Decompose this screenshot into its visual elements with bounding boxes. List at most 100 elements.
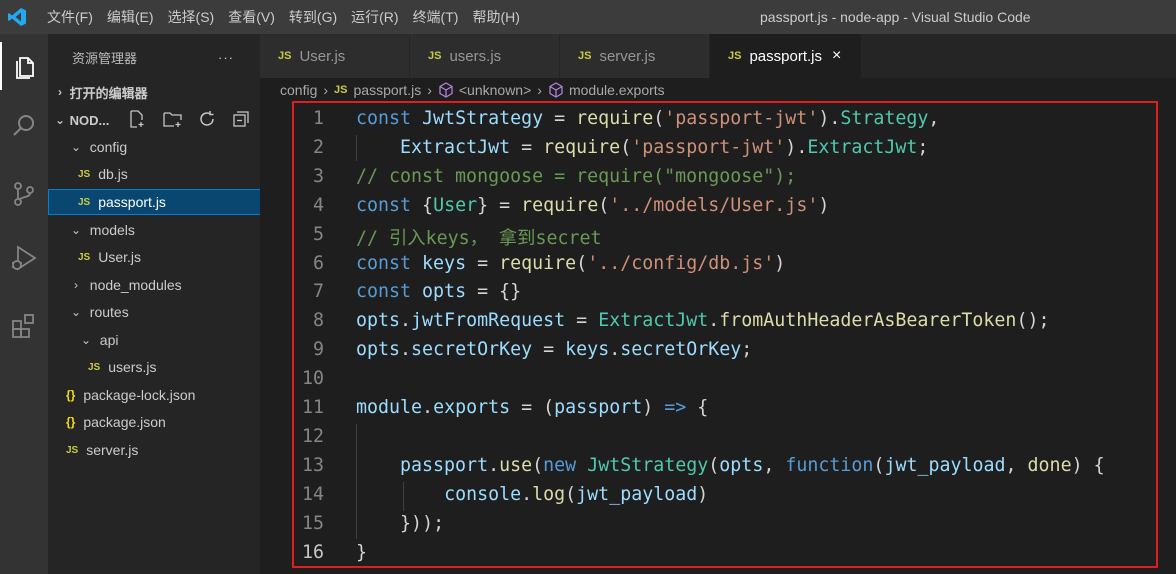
search-button[interactable] (0, 102, 48, 150)
breadcrumb-symbol-unknown[interactable]: <unknown> (459, 82, 531, 98)
line-number: 3 (312, 165, 324, 187)
line-number: 7 (312, 281, 324, 303)
code-line[interactable]: opts.jwtFromRequest = ExtractJwt.fromAut… (356, 310, 1049, 331)
tree-folder-config[interactable]: ⌄ config (48, 134, 282, 160)
tree-item-label: db.js (98, 166, 128, 182)
close-icon[interactable]: × (832, 47, 841, 65)
tree-item-label: api (99, 332, 119, 348)
tree-folder-models[interactable]: ⌄ models (48, 217, 282, 243)
line-number: 11 (301, 397, 324, 418)
code-line[interactable]: const JwtStrategy = require('passport-jw… (356, 108, 939, 129)
open-editors-label: 打开的编辑器 (69, 85, 148, 101)
tab-label: users.js (449, 47, 502, 65)
json-file-icon: {} (66, 388, 76, 402)
tree-item-label: node_modules (89, 277, 182, 293)
menu-bar: 文件(F) 编辑(E) 选择(S) 查看(V) 转到(G) 运行(R) 终端(T… (40, 0, 527, 34)
js-file-icon: JS (78, 251, 91, 263)
menu-edit[interactable]: 编辑(E) (100, 0, 161, 34)
explorer-button[interactable] (0, 42, 48, 90)
tree-file-server-js[interactable]: JS server.js (48, 437, 278, 463)
run-debug-button[interactable] (0, 234, 48, 282)
tree-folder-routes[interactable]: ⌄ routes (48, 299, 282, 325)
tree-file-package-json[interactable]: {} package.json (48, 409, 278, 435)
code-line[interactable]: const opts = {} (356, 281, 521, 302)
menu-selection[interactable]: 选择(S) (161, 0, 222, 34)
code-line[interactable]: const {User} = require('../models/User.j… (356, 195, 829, 216)
line-number: 8 (312, 310, 324, 332)
chevron-down-icon: ⌄ (54, 113, 66, 127)
code-editor[interactable]: 1 const JwtStrategy = require('passport-j… (260, 102, 1176, 574)
tree-file-db-js[interactable]: JS db.js (48, 161, 290, 187)
tree-item-label: users.js (108, 359, 157, 375)
tree-file-user-js[interactable]: JS User.js (48, 244, 290, 270)
code-line[interactable]: // 引入keys， 拿到secret (356, 224, 602, 250)
line-number: 9 (312, 339, 324, 361)
refresh-icon[interactable] (198, 110, 216, 131)
project-section[interactable]: ⌄ NOD... (48, 107, 266, 133)
breadcrumb-file[interactable]: passport.js (354, 82, 422, 98)
tab-passport-js[interactable]: JS passport.js × (710, 34, 862, 78)
menu-terminal[interactable]: 终端(T) (406, 0, 466, 34)
menu-go[interactable]: 转到(G) (282, 0, 344, 34)
tab-user-js[interactable]: JS User.js (260, 34, 410, 78)
explorer-sidebar: 资源管理器 ··· › 打开的编辑器 ⌄ NOD... ⌄ config JS … (48, 34, 290, 574)
line-number: 6 (312, 252, 324, 274)
collapse-all-icon[interactable] (232, 110, 250, 131)
tree-folder-node-modules[interactable]: › node_modules (48, 272, 282, 298)
menu-run[interactable]: 运行(R) (344, 0, 405, 34)
more-actions-button[interactable]: ··· (218, 50, 234, 65)
line-number: 10 (301, 368, 324, 390)
breadcrumb-symbol-module-exports[interactable]: module.exports (569, 82, 665, 98)
chevron-right-icon: › (537, 82, 542, 98)
tree-item-label: passport.js (98, 194, 166, 210)
menu-file[interactable]: 文件(F) (40, 0, 100, 34)
code-line[interactable]: const keys = require('../config/db.js') (356, 253, 785, 274)
code-line[interactable]: } (356, 542, 367, 563)
tree-item-label: User.js (98, 249, 142, 265)
symbol-icon (548, 82, 564, 98)
code-line[interactable]: })); (356, 513, 444, 534)
run-debug-icon (12, 245, 37, 271)
window-title: passport.js - node-app - Visual Studio C… (760, 9, 1031, 25)
breadcrumb-folder[interactable]: config (280, 82, 317, 98)
code-line[interactable]: ExtractJwt = require('passport-jwt').Ext… (356, 137, 928, 158)
line-number: 5 (312, 223, 324, 245)
source-control-button[interactable] (0, 170, 48, 218)
new-folder-icon[interactable] (163, 110, 183, 131)
breadcrumb: config › JS passport.js › <unknown> › mo… (260, 78, 1176, 102)
code-line[interactable]: passport.use(new JwtStrategy(opts, funct… (356, 455, 1105, 476)
code-line[interactable]: module.exports = (passport) => { (356, 397, 708, 418)
tree-file-passport-js[interactable]: JS passport.js (48, 189, 290, 215)
project-name: NOD... (69, 112, 110, 128)
tree-item-label: package.json (83, 414, 166, 430)
chevron-down-icon: ⌄ (70, 305, 82, 319)
line-number: 13 (301, 454, 324, 476)
js-file-icon: JS (728, 50, 742, 62)
js-file-icon: JS (428, 50, 442, 62)
chevron-right-icon: › (74, 278, 78, 292)
editor-tabs: JS User.js JS users.js JS server.js JS p… (260, 34, 1176, 78)
extensions-button[interactable] (0, 302, 48, 350)
open-editors-section[interactable]: › 打开的编辑器 (48, 79, 266, 105)
chevron-down-icon: ⌄ (70, 223, 82, 237)
code-line[interactable]: // const mongoose = require("mongoose"); (356, 166, 796, 187)
new-file-icon[interactable] (128, 110, 146, 131)
tree-file-package-lock-json[interactable]: {} package-lock.json (48, 382, 278, 408)
tab-label: User.js (299, 47, 346, 65)
line-number: 16 (301, 541, 324, 563)
tab-server-js[interactable]: JS server.js (560, 34, 710, 78)
line-number: 1 (312, 108, 324, 129)
chevron-down-icon: ⌄ (70, 140, 82, 154)
tab-users-js[interactable]: JS users.js (410, 34, 560, 78)
code-line[interactable]: opts.secretOrKey = keys.secretOrKey; (356, 339, 752, 360)
chevron-right-icon: › (323, 82, 329, 98)
explorer-header: 资源管理器 ··· (48, 44, 284, 70)
title-bar: 文件(F) 编辑(E) 选择(S) 查看(V) 转到(G) 运行(R) 终端(T… (0, 0, 1176, 34)
tree-folder-api[interactable]: ⌄ api (48, 327, 292, 353)
menu-view[interactable]: 查看(V) (221, 0, 282, 34)
js-file-icon: JS (88, 361, 101, 373)
source-control-icon (14, 182, 34, 206)
menu-help[interactable]: 帮助(H) (465, 0, 526, 34)
code-line[interactable]: console.log(jwt_payload) (356, 484, 708, 505)
tab-label: server.js (599, 47, 656, 65)
